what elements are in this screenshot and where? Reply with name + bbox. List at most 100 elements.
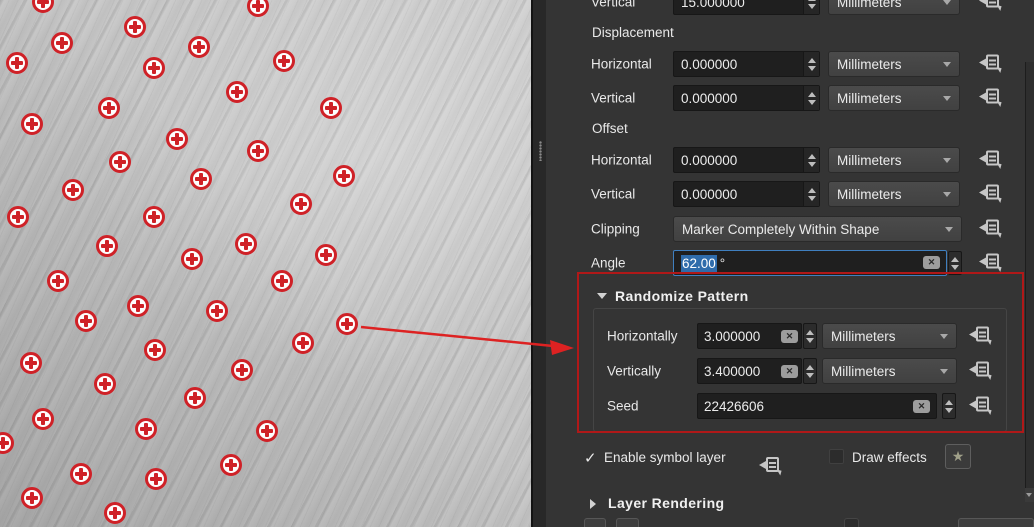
map-marker-cross-icon (109, 151, 131, 173)
chevron-down-icon (943, 0, 951, 5)
spinner-buttons[interactable] (803, 323, 817, 349)
seed-input[interactable]: 22426606 ✕ (697, 393, 937, 419)
spinner-buttons[interactable] (803, 148, 819, 172)
override-button-angle[interactable] (978, 253, 1004, 274)
displacement-group-label: Displacement (592, 25, 674, 40)
vertical-distance-input[interactable]: 15.000000 (673, 0, 820, 15)
map-marker-cross-icon (206, 300, 228, 322)
override-button-displacement-horizontal[interactable] (978, 54, 1004, 75)
symbol-layer-properties-panel: Vertical 15.000000 Millimeters Displacem… (546, 0, 1034, 527)
spinner-buttons[interactable] (803, 52, 819, 76)
spinner-buttons[interactable] (942, 393, 956, 419)
bottom-button-2[interactable] (616, 518, 639, 527)
horizontally-label: Horizontally (607, 329, 678, 344)
displacement-vertical-unit-select[interactable]: Millimeters (828, 85, 960, 111)
horizontal-label: Horizontal (591, 57, 652, 72)
map-marker-cross-icon (127, 295, 149, 317)
offset-horizontal-row: Horizontal 0.000000 Millimeters (546, 147, 1034, 173)
offset-horizontal-input[interactable]: 0.000000 (673, 147, 820, 173)
map-marker-cross-icon (181, 248, 203, 270)
randomize-horizontally-input[interactable]: 3.000000 ✕ (697, 323, 802, 349)
map-canvas[interactable] (0, 0, 531, 527)
draw-effects-button[interactable]: ★ (945, 444, 971, 469)
map-marker-cross-icon (256, 420, 278, 442)
vertical-distance-unit-select[interactable]: Millimeters (828, 0, 960, 15)
map-marker-cross-icon (188, 36, 210, 58)
map-marker-cross-icon (98, 97, 120, 119)
override-button-displacement-vertical[interactable] (978, 88, 1004, 109)
override-button-offset-vertical[interactable] (978, 184, 1004, 205)
displacement-horizontal-unit-select[interactable]: Millimeters (828, 51, 960, 77)
displacement-horizontal-input[interactable]: 0.000000 (673, 51, 820, 77)
randomize-vertically-input[interactable]: 3.400000 ✕ (697, 358, 802, 384)
layer-rendering-header[interactable]: Layer Rendering (608, 495, 724, 511)
clear-value-icon[interactable]: ✕ (781, 330, 798, 343)
override-button-enable-layer[interactable] (758, 456, 784, 477)
offset-vertical-unit-select[interactable]: Millimeters (828, 181, 960, 207)
symbol-settings-window: Vertical 15.000000 Millimeters Displacem… (0, 0, 1034, 527)
randomize-horizontally-unit-select[interactable]: Millimeters (822, 323, 957, 349)
chevron-down-icon (943, 158, 951, 163)
offset-horizontal-unit-select[interactable]: Millimeters (828, 147, 960, 173)
randomize-horizontally-row: Horizontally 3.000000 ✕ Millimeters (546, 323, 1034, 349)
vertically-label: Vertically (607, 364, 661, 379)
enable-symbol-layer-checkbox[interactable]: ✓ (584, 449, 597, 467)
override-button-seed[interactable] (968, 396, 994, 417)
displacement-vertical-row: Vertical 0.000000 Millimeters (546, 85, 1034, 111)
map-marker-cross-icon (7, 206, 29, 228)
data-defined-override-icon (976, 362, 989, 377)
map-marker-cross-icon (190, 168, 212, 190)
bottom-checkbox[interactable] (844, 518, 859, 527)
map-marker-cross-icon (143, 57, 165, 79)
map-marker-cross-icon (21, 487, 43, 509)
map-marker-cross-icon (144, 339, 166, 361)
override-button-offset-horizontal[interactable] (978, 150, 1004, 171)
map-marker-cross-icon (32, 408, 54, 430)
clipping-mode-select[interactable]: Marker Completely Within Shape (673, 216, 962, 242)
map-marker-cross-icon (184, 387, 206, 409)
spinner-buttons[interactable] (803, 86, 819, 110)
bottom-button-1[interactable] (584, 518, 606, 527)
data-defined-override-icon (976, 327, 989, 342)
clipping-label: Clipping (591, 222, 640, 237)
data-defined-override-icon (976, 397, 989, 412)
clear-value-icon[interactable]: ✕ (781, 365, 798, 378)
displacement-vertical-input[interactable]: 0.000000 (673, 85, 820, 111)
data-defined-override-icon (986, 220, 999, 235)
spinner-buttons[interactable] (803, 0, 819, 14)
vertical-label: Vertical (591, 91, 635, 106)
expand-triangle-icon[interactable] (590, 499, 596, 509)
override-button-randomize-horizontally[interactable] (968, 326, 994, 347)
override-button-clipping[interactable] (978, 219, 1004, 240)
override-button-randomize-vertically[interactable] (968, 361, 994, 382)
map-marker-cross-icon (271, 270, 293, 292)
override-button-vertical-distance[interactable] (978, 0, 1004, 13)
randomize-vertically-unit-select[interactable]: Millimeters (822, 358, 957, 384)
panel-scrollbar[interactable] (1025, 62, 1034, 502)
scrollbar-down-arrow[interactable] (1025, 488, 1034, 502)
clear-value-icon[interactable]: ✕ (923, 256, 940, 269)
map-marker-cross-icon (143, 206, 165, 228)
randomize-vertically-row: Vertically 3.400000 ✕ Millimeters (546, 358, 1034, 384)
angle-spinner-buttons[interactable] (948, 251, 962, 275)
chevron-down-icon (945, 227, 953, 232)
bottom-button-wide[interactable] (958, 518, 1034, 527)
enable-symbol-layer-label: Enable symbol layer (604, 450, 726, 465)
angle-input[interactable]: 62.00 ° ✕ (673, 250, 947, 276)
map-marker-cross-icon (226, 81, 248, 103)
map-marker-cross-icon (75, 310, 97, 332)
map-marker-cross-icon (47, 270, 69, 292)
offset-vertical-input[interactable]: 0.000000 (673, 181, 820, 207)
spinner-buttons[interactable] (803, 358, 817, 384)
angle-row: Angle 62.00 ° ✕ (546, 250, 1034, 276)
data-defined-override-icon (986, 151, 999, 166)
vertical-label: Vertical (591, 187, 635, 202)
draw-effects-checkbox[interactable] (829, 449, 844, 464)
randomize-pattern-header[interactable]: Randomize Pattern (615, 288, 749, 304)
map-marker-cross-icon (104, 502, 126, 524)
spinner-buttons[interactable] (803, 182, 819, 206)
collapse-triangle-icon[interactable] (597, 293, 607, 299)
map-marker-cross-icon (231, 359, 253, 381)
offset-vertical-row: Vertical 0.000000 Millimeters (546, 181, 1034, 207)
clear-value-icon[interactable]: ✕ (913, 400, 930, 413)
